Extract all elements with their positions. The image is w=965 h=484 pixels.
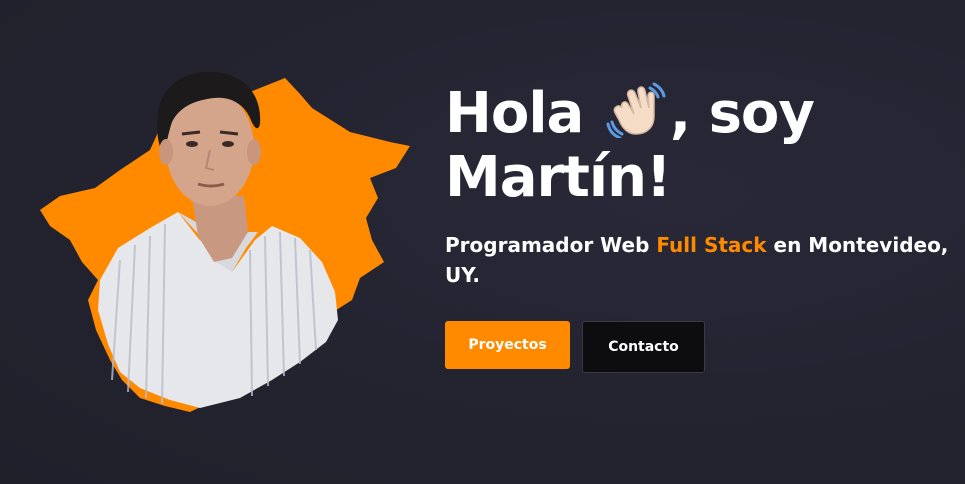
person-ear-right <box>247 139 261 165</box>
tagline-prefix: Programador Web <box>445 233 657 257</box>
person-eye-right <box>222 141 234 147</box>
person-eye-left <box>186 141 198 147</box>
greeting-start: Hola <box>445 81 584 146</box>
projects-button[interactable]: Proyectos <box>445 321 570 369</box>
hero-greeting: Hola , soy Martín! <box>445 82 965 210</box>
tagline-highlight: Full Stack <box>656 233 767 257</box>
contact-button[interactable]: Contacto <box>582 321 705 373</box>
hero-section: Hola , soy Martín! Programador Web Full … <box>0 0 965 484</box>
hero-text: Hola , soy Martín! Programador Web Full … <box>445 82 965 373</box>
waving-hand-icon <box>606 82 666 138</box>
profile-portrait <box>0 0 430 484</box>
profile-photo <box>40 71 410 412</box>
hero-tagline: Programador Web Full Stack en Montevideo… <box>445 230 965 290</box>
person-ear-left <box>159 139 173 165</box>
hero-buttons: Proyectos Contacto <box>445 321 965 373</box>
